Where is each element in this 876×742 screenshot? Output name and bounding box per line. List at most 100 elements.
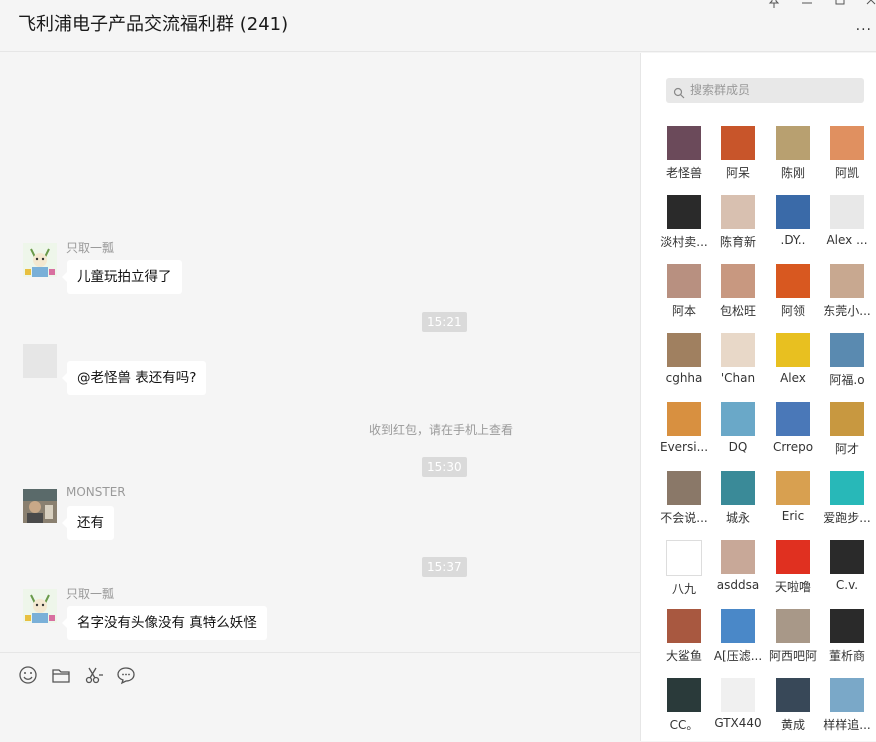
group-title: 飞利浦电子产品交流福利群 (241) — [18, 14, 289, 35]
member-name: 阿凯 — [834, 166, 859, 180]
member-name: A[压滤... — [713, 649, 763, 663]
avatar[interactable] — [23, 344, 57, 378]
member-item[interactable]: 样样追... — [820, 678, 874, 733]
member-item[interactable]: 爱跑步... — [820, 471, 874, 526]
member-item[interactable]: 老怪兽 — [657, 126, 711, 181]
member-avatar — [721, 333, 755, 367]
member-item[interactable]: 阿本 — [657, 264, 711, 319]
member-avatar — [776, 609, 810, 643]
folder-icon[interactable] — [51, 665, 71, 685]
member-item[interactable]: 黄成 — [766, 678, 820, 733]
member-avatar — [830, 333, 864, 367]
member-name: 天啦噜 — [774, 580, 811, 594]
member-avatar — [721, 609, 755, 643]
member-item[interactable]: 东莞小... — [820, 264, 874, 319]
member-item[interactable]: 包松旺 — [711, 264, 765, 319]
member-name: 样样追... — [823, 718, 871, 732]
maximize-icon[interactable] — [833, 0, 847, 10]
member-item[interactable]: 陈刚 — [766, 126, 820, 181]
member-avatar — [667, 333, 701, 367]
member-item[interactable]: Eversi... — [657, 402, 711, 454]
minimize-icon[interactable] — [800, 0, 814, 10]
member-name: 阿才 — [834, 442, 859, 456]
scissors-icon[interactable] — [84, 665, 104, 685]
avatar[interactable] — [23, 243, 57, 277]
member-avatar — [830, 609, 864, 643]
member-name: cghha — [665, 371, 703, 385]
member-avatar — [776, 333, 810, 367]
member-item[interactable]: 八九 — [657, 540, 711, 597]
member-name: 老怪兽 — [665, 166, 702, 180]
member-avatar — [830, 402, 864, 436]
member-name: 陈刚 — [780, 166, 805, 180]
member-item[interactable]: 阿凯 — [820, 126, 874, 181]
member-item[interactable]: 阿领 — [766, 264, 820, 319]
chat-area[interactable]: 只取一瓢 儿童玩拍立得了 15:21 @老怪兽 表还有吗? 收到红包，请在手机上… — [0, 53, 640, 651]
member-item[interactable]: 阿才 — [820, 402, 874, 457]
member-name: 阿领 — [780, 304, 805, 318]
member-item[interactable]: C.v. — [820, 540, 874, 592]
member-avatar — [776, 402, 810, 436]
member-item[interactable]: 阿呆 — [711, 126, 765, 181]
member-item[interactable]: 阿福.o — [820, 333, 874, 388]
member-avatar — [667, 402, 701, 436]
member-name: CC。 — [669, 718, 699, 732]
member-avatar — [830, 540, 864, 574]
member-name: .DY.. — [780, 233, 806, 247]
member-item[interactable]: 天啦噜 — [766, 540, 820, 595]
member-item[interactable]: Eric — [766, 471, 820, 523]
avatar[interactable] — [23, 489, 57, 523]
pin-icon[interactable] — [767, 0, 781, 10]
member-item[interactable]: Crrepo — [766, 402, 820, 454]
member-name: 阿福.o — [829, 373, 865, 387]
member-item[interactable]: DQ — [711, 402, 765, 454]
member-avatar — [721, 540, 755, 574]
member-avatar — [721, 126, 755, 160]
member-name: 不会说... — [660, 511, 708, 525]
member-avatar — [830, 471, 864, 505]
member-name: Alex ... — [826, 233, 868, 247]
member-item[interactable]: CC。 — [657, 678, 711, 733]
member-item[interactable]: A[压滤... — [711, 609, 765, 664]
message-bubble[interactable]: 儿童玩拍立得了 — [62, 260, 182, 294]
member-name: 阿本 — [671, 304, 696, 318]
member-avatar — [776, 195, 810, 229]
member-item[interactable]: .DY.. — [766, 195, 820, 247]
avatar[interactable] — [23, 589, 57, 623]
member-sidebar: 搜索群成员 老怪兽 阿呆 陈刚 阿凯淡村卖... 陈育新 .DY.. Alex ... 阿本 包… — [640, 53, 876, 741]
member-item[interactable]: 'Chan — [711, 333, 765, 385]
timestamp: 15:30 — [422, 457, 467, 477]
member-item[interactable]: 城永 — [711, 471, 765, 526]
member-name: 陈育新 — [719, 235, 756, 249]
member-avatar — [830, 678, 864, 712]
input-toolbar — [0, 652, 640, 742]
member-item[interactable]: 董析商 — [820, 609, 874, 664]
member-item[interactable]: Alex — [766, 333, 820, 385]
member-item[interactable]: Alex ... — [820, 195, 874, 247]
member-item[interactable]: 陈育新 — [711, 195, 765, 250]
member-search-input[interactable]: 搜索群成员 — [666, 78, 864, 103]
member-item[interactable]: 不会说... — [657, 471, 711, 526]
message-bubble[interactable]: 名字没有头像没有 真特么妖怪 — [62, 606, 267, 640]
member-avatar — [667, 609, 701, 643]
member-item[interactable]: 阿西吧阿 — [766, 609, 820, 664]
timestamp: 15:21 — [422, 312, 467, 332]
member-item[interactable]: cghha — [657, 333, 711, 385]
emoji-icon[interactable] — [18, 665, 38, 685]
member-name: C.v. — [835, 578, 859, 592]
title-bar: 飞利浦电子产品交流福利群 (241) ··· — [0, 0, 876, 52]
timestamp: 15:37 — [422, 557, 467, 577]
more-options-icon[interactable]: ··· — [856, 22, 872, 38]
member-item[interactable]: asddsa — [711, 540, 765, 592]
sender-name: 只取一瓢 — [66, 587, 115, 601]
member-item[interactable]: 淡村卖... — [657, 195, 711, 250]
member-avatar — [721, 678, 755, 712]
member-item[interactable]: 大鲨鱼 — [657, 609, 711, 664]
message-bubble[interactable]: 还有 — [62, 506, 114, 540]
close-icon[interactable] — [864, 0, 876, 10]
member-name: GTX440 — [714, 716, 762, 730]
chat-history-icon[interactable] — [116, 665, 136, 685]
message-bubble[interactable]: @老怪兽 表还有吗? — [61, 361, 207, 395]
member-name: asddsa — [716, 578, 760, 592]
member-item[interactable]: GTX440 — [711, 678, 765, 730]
